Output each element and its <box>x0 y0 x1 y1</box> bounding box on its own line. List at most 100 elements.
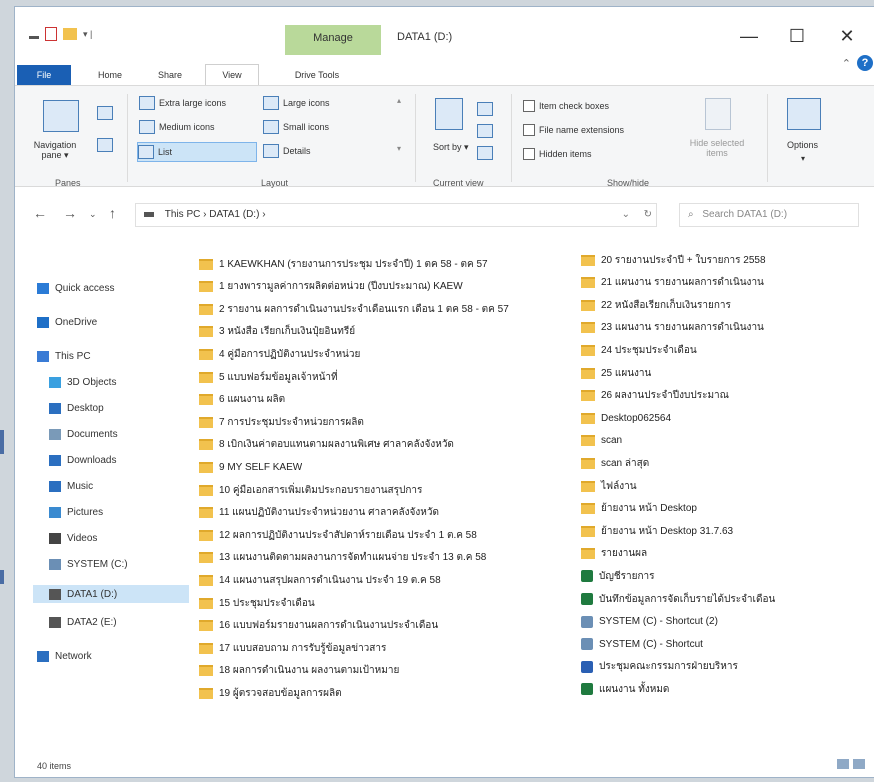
file-item[interactable]: 16 แบบฟอร์มรายงานผลการดำเนินงานประจำเดือ… <box>199 617 438 635</box>
customize-toolbar-chevron-icon[interactable]: ▾ | <box>83 29 92 40</box>
sort-by-icon[interactable] <box>435 98 463 130</box>
file-item[interactable]: ย้ายงาน หน้า Desktop <box>581 500 697 518</box>
new-folder-icon[interactable] <box>63 28 77 40</box>
file-item[interactable]: 24 ประชุมประจำเดือน <box>581 341 697 359</box>
refresh-icon[interactable]: ↻ <box>644 204 652 226</box>
file-item[interactable]: 21 แผนงาน รายงานผลการดำเนินงาน <box>581 274 764 292</box>
minimize-button[interactable]: — <box>729 21 769 51</box>
file-item[interactable]: 7 การประชุมประจำหน่วยการผลิต <box>199 413 364 431</box>
large-icons-option[interactable]: Large icons <box>263 96 330 110</box>
file-item[interactable]: แผนงาน ทั้งหมด <box>581 680 669 698</box>
file-item[interactable]: 23 แผนงาน รายงานผลการดำเนินงาน <box>581 319 764 337</box>
file-item[interactable]: SYSTEM (C) - Shortcut (2) <box>581 613 718 631</box>
nav-item[interactable]: This PC <box>37 347 91 365</box>
item-check-boxes-checkbox[interactable] <box>523 100 535 112</box>
nav-item[interactable]: Music <box>49 477 93 495</box>
sort-by-button[interactable]: Sort by ▾ <box>433 142 469 153</box>
nav-item[interactable]: OneDrive <box>37 313 97 331</box>
file-item[interactable]: 17 แบบสอบถาม การรับรู้ข้อมูลข่าวสาร <box>199 639 386 657</box>
nav-item[interactable]: Pictures <box>49 503 103 521</box>
nav-item[interactable]: 3D Objects <box>49 373 116 391</box>
file-item[interactable]: scan <box>581 432 622 450</box>
options-button[interactable]: Options <box>787 140 818 150</box>
file-item[interactable]: บัญชีรายการ <box>581 567 655 585</box>
file-item[interactable]: 8 เบิกเงินค่าตอบแทนตามผลงานพิเศษ ศาลาคลั… <box>199 436 454 454</box>
file-item[interactable]: 25 แผนงาน <box>581 364 651 382</box>
file-item[interactable]: 2 รายงาน ผลการดำเนินงานประจำเดือนแรก เดื… <box>199 300 509 318</box>
options-chevron-down-icon[interactable]: ▾ <box>801 154 805 163</box>
file-name-extensions-checkbox[interactable] <box>523 124 535 136</box>
nav-item[interactable]: SYSTEM (C:) <box>49 555 128 573</box>
tab-home[interactable]: Home <box>85 65 135 85</box>
tab-view[interactable]: View <box>205 64 259 85</box>
forward-arrow-icon[interactable]: → <box>63 205 77 221</box>
options-icon[interactable] <box>787 98 821 130</box>
navigation-pane-button[interactable]: Navigation pane ▾ <box>23 140 87 161</box>
file-item[interactable]: 26 ผลงานประจำปีงบประมาณ <box>581 387 729 405</box>
nav-item[interactable]: Documents <box>49 425 118 443</box>
file-item[interactable]: 6 แผนงาน ผลิต <box>199 391 285 409</box>
file-item[interactable]: 15 ประชุมประจำเดือน <box>199 594 315 612</box>
nav-item[interactable]: Desktop <box>49 399 104 417</box>
medium-icons-option[interactable]: Medium icons <box>139 120 215 134</box>
file-item[interactable]: 20 รายงานประจำปี + ใบรายการ 2558 <box>581 251 766 269</box>
add-columns-icon[interactable] <box>477 124 493 138</box>
file-item[interactable]: 11 แผนปฏิบัติงานประจำหน่วยงาน ศาลาคลังจั… <box>199 504 439 522</box>
tab-share[interactable]: Share <box>145 65 195 85</box>
hidden-items-option[interactable]: Hidden items <box>523 148 592 160</box>
file-item[interactable]: 10 คู่มือเอกสารเพิ่มเติมประกอบรายงานสรุป… <box>199 481 422 499</box>
small-icons-option[interactable]: Small icons <box>263 120 329 134</box>
search-box[interactable]: ⌕ Search DATA1 (D:) <box>679 203 859 227</box>
back-arrow-icon[interactable]: ← <box>33 205 47 221</box>
details-pane-icon[interactable] <box>97 138 113 152</box>
details-option[interactable]: Details <box>263 144 311 158</box>
layout-more-icon[interactable]: ▾ <box>397 144 401 153</box>
file-item[interactable]: ย้ายงาน หน้า Desktop 31.7.63 <box>581 522 733 540</box>
file-item[interactable]: 3 หนังสือ เรียกเก็บเงินปุ๋ยอินทรีย์ <box>199 323 355 341</box>
properties-icon[interactable] <box>45 27 57 41</box>
nav-item[interactable]: DATA2 (E:) <box>49 613 117 631</box>
nav-item[interactable]: DATA1 (D:) <box>33 585 189 603</box>
file-item[interactable]: SYSTEM (C) - Shortcut <box>581 635 703 653</box>
group-by-icon[interactable] <box>477 102 493 116</box>
size-all-columns-icon[interactable] <box>477 146 493 160</box>
nav-item[interactable]: Videos <box>49 529 97 547</box>
nav-item[interactable]: Downloads <box>49 451 116 469</box>
file-item[interactable]: บันทึกข้อมูลการจัดเก็บรายได้ประจำเดือน <box>581 590 775 608</box>
file-item[interactable]: 14 แผนงานสรุปผลการดำเนินงาน ประจำ 19 ต.ค… <box>199 571 441 589</box>
layout-scroll-up-icon[interactable]: ▴ <box>397 96 401 105</box>
details-view-icon[interactable] <box>837 759 849 769</box>
recent-locations-chevron-icon[interactable]: ⌄ <box>89 209 97 220</box>
file-item[interactable]: Desktop062564 <box>581 409 671 427</box>
address-dropdown-chevron-icon[interactable]: ⌄ <box>622 204 630 226</box>
extra-large-icons-option[interactable]: Extra large icons <box>139 96 226 110</box>
file-item[interactable]: 1 KAEWKHAN (รายงานการประชุม ประจำปี) 1 ต… <box>199 255 488 273</box>
file-item[interactable]: ประชุมคณะกรรมการฝ่ายบริหาร <box>581 658 738 676</box>
address-bar[interactable]: This PC › DATA1 (D:) › ⌄ ↻ <box>135 203 657 227</box>
manage-contextual-tab[interactable]: Manage <box>285 25 381 55</box>
file-item[interactable]: 22 หนังสือเรียกเก็บเงินรายการ <box>581 296 731 314</box>
maximize-button[interactable]: ☐ <box>777 21 817 51</box>
file-item[interactable]: 19 ผู้ตรวจสอบข้อมูลการผลิต <box>199 684 342 702</box>
file-item[interactable]: 4 คู่มือการปฏิบัติงานประจำหน่วย <box>199 345 360 363</box>
large-icons-view-icon[interactable] <box>853 759 865 769</box>
file-item[interactable]: scan ล่าสุด <box>581 454 649 472</box>
nav-item[interactable]: Quick access <box>37 279 114 297</box>
preview-pane-icon[interactable] <box>97 106 113 120</box>
file-name-extensions-option[interactable]: File name extensions <box>523 124 624 136</box>
close-button[interactable]: ✕ <box>827 21 867 51</box>
hide-selected-items-button[interactable]: Hide selected items <box>679 138 755 158</box>
item-check-boxes-option[interactable]: Item check boxes <box>523 100 609 112</box>
file-item[interactable]: 1 ยางพารามูลค่าการผลิตต่อหน่วย (ปีงบประม… <box>199 278 463 296</box>
up-arrow-icon[interactable]: ↑ <box>109 205 116 221</box>
file-item[interactable]: 5 แบบฟอร์มข้อมูลเจ้าหน้าที่ <box>199 368 338 386</box>
file-item[interactable]: ไฟล์งาน <box>581 477 637 495</box>
hidden-items-checkbox[interactable] <box>523 148 535 160</box>
system-menu-icon[interactable] <box>29 35 39 39</box>
navigation-pane-icon[interactable] <box>43 100 79 132</box>
nav-item[interactable]: Network <box>37 647 92 665</box>
list-option[interactable]: List <box>137 142 257 162</box>
file-item[interactable]: 9 MY SELF KAEW <box>199 458 302 476</box>
file-item[interactable]: 18 ผลการดำเนินงาน ผลงานตามเป้าหมาย <box>199 662 399 680</box>
tab-drive-tools[interactable]: Drive Tools <box>277 65 357 85</box>
